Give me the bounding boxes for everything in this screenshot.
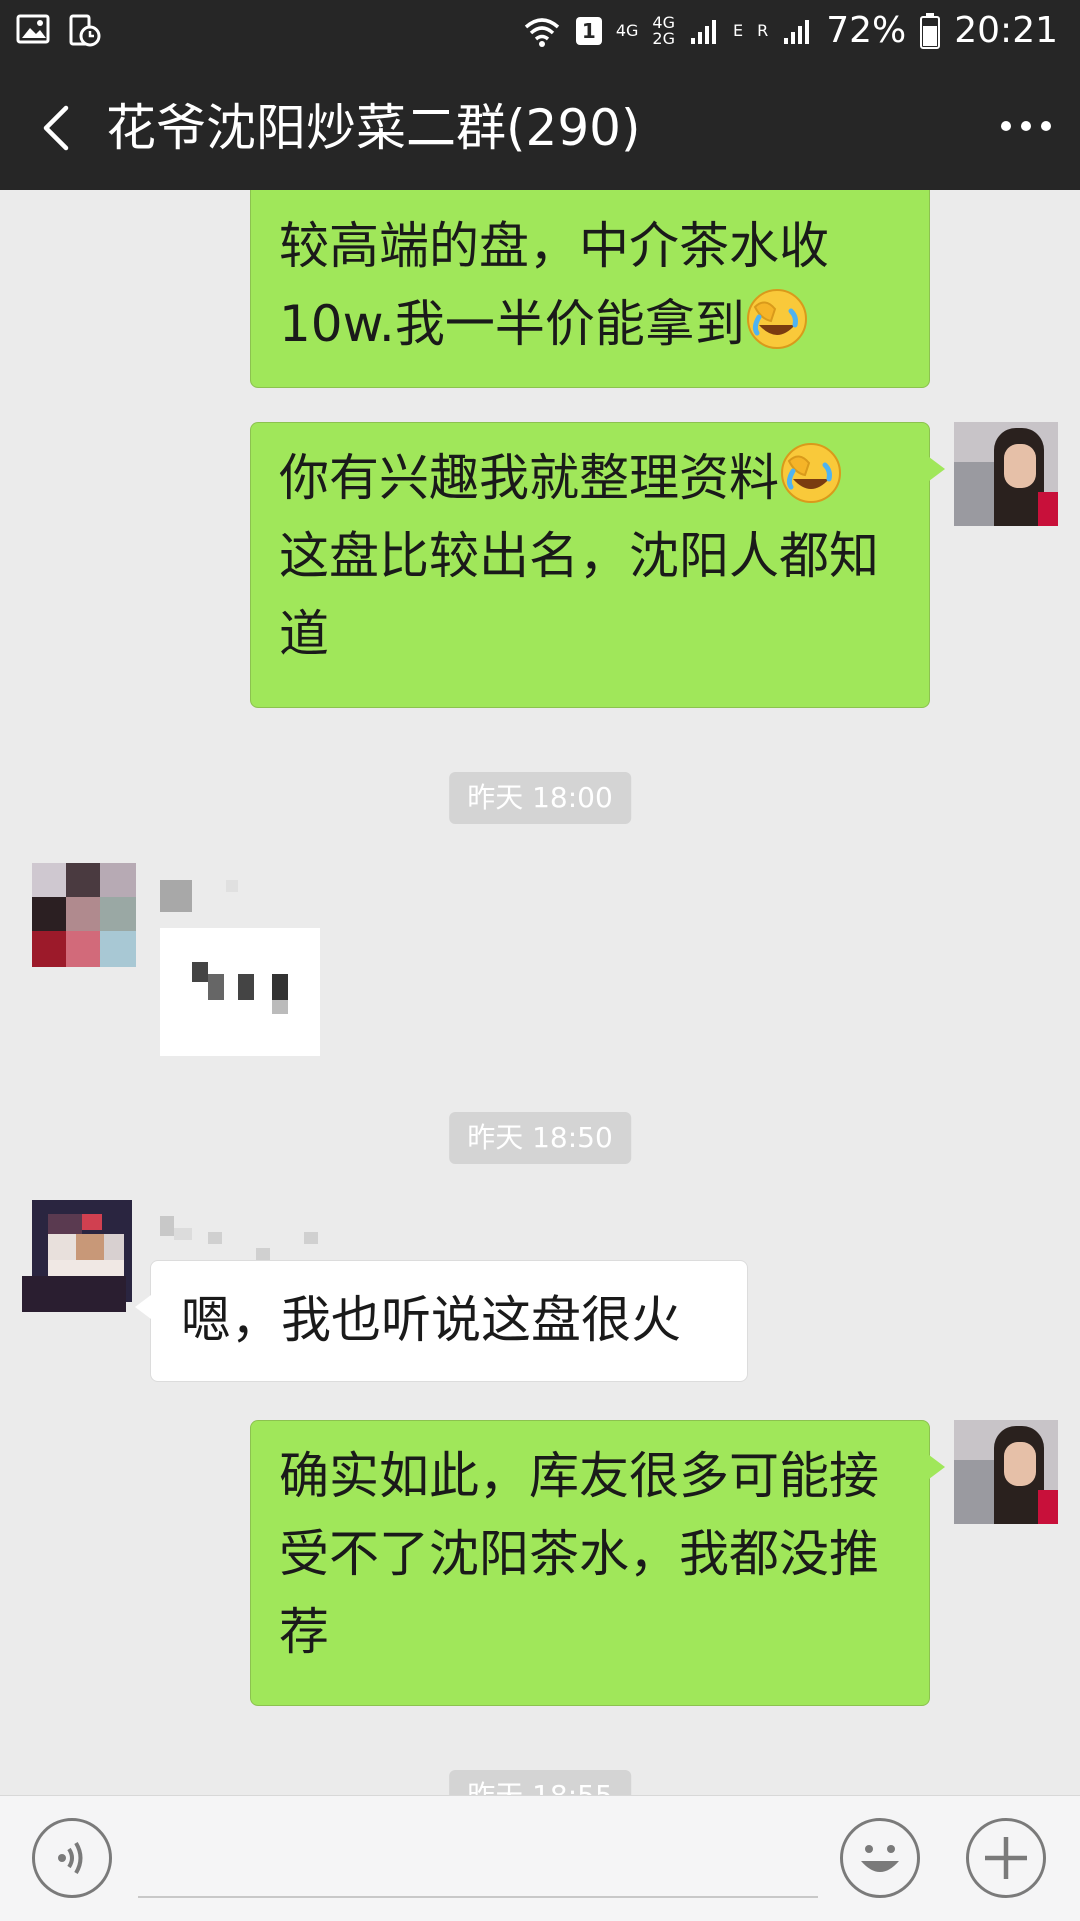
phone-clock-notification-icon — [69, 14, 101, 47]
message-input-field[interactable] — [138, 1896, 818, 1898]
network-4g-2g-indicator: 4G 2G — [652, 14, 675, 48]
message-line: 荐 — [279, 1603, 329, 1661]
message-line: 确实如此，库友很多可能接 — [279, 1447, 879, 1505]
pixelated-message-bubble[interactable] — [160, 928, 320, 1056]
timestamp: 昨天 18:00 — [449, 772, 631, 824]
battery-percent: 72% — [826, 10, 907, 51]
facepalm-laugh-emoji — [781, 443, 841, 503]
member-name-pixelated-fragment — [304, 1232, 318, 1244]
status-bar: 1 4G 4G 2G E R 72% 20:21 — [0, 0, 1080, 66]
message-text: 10w.我一半价能拿到 — [279, 295, 745, 353]
chat-header: 花爷沈阳炒菜二群(290) — [0, 66, 1080, 190]
clock: 20:21 — [954, 10, 1058, 51]
emoji-button[interactable] — [840, 1818, 920, 1898]
sim-slot-badge: 1 — [575, 16, 602, 45]
chat-input-bar — [0, 1795, 1080, 1921]
my-message-bubble[interactable]: 较高端的盘，中介茶水收 10w.我一半价能拿到 — [250, 190, 930, 388]
message-text: 你有兴趣我就整理资料 — [279, 449, 779, 507]
message-line: 受不了沈阳茶水，我都没推 — [279, 1525, 879, 1583]
member-name-pixelated — [160, 1216, 174, 1236]
more-options-icon[interactable] — [996, 106, 1056, 146]
chat-message-list[interactable]: 较高端的盘，中介茶水收 10w.我一半价能拿到 你有兴趣我就整理资料 这盘比较出… — [0, 190, 1080, 1795]
gallery-notification-icon — [16, 14, 50, 44]
timestamp: 昨天 18:50 — [449, 1112, 631, 1164]
my-message-bubble[interactable]: 你有兴趣我就整理资料 这盘比较出名，沈阳人都知 道 — [250, 422, 945, 708]
member-avatar-pixelated[interactable] — [32, 863, 136, 967]
message-line: 你有兴趣我就整理资料 — [279, 439, 901, 517]
timestamp: 昨天 18:55 — [449, 1770, 631, 1795]
network-e-label: E — [733, 20, 744, 40]
facepalm-laugh-emoji — [746, 289, 807, 349]
message-line: 道 — [279, 605, 329, 663]
plus-icon — [985, 1837, 1027, 1879]
message-line: 这盘比较出名，沈阳人都知 — [279, 527, 879, 585]
network-4g-label: 4G — [615, 20, 639, 40]
my-message-bubble[interactable]: 确实如此，库友很多可能接 受不了沈阳茶水，我都没推 荐 — [250, 1420, 945, 1706]
signal-bars-icon-2 — [784, 19, 810, 44]
member-message-bubble[interactable]: 嗯，我也听说这盘很火 — [135, 1260, 748, 1382]
battery-icon — [920, 12, 941, 49]
network-2g-bottom: 2G — [652, 28, 675, 48]
member-avatar-pixelated[interactable] — [22, 1200, 132, 1312]
network-r-label: R — [757, 20, 769, 40]
member-name-pixelated-fragment — [226, 880, 238, 892]
message-text: 嗯，我也听说这盘很火 — [181, 1291, 681, 1349]
my-avatar[interactable] — [954, 1420, 1058, 1524]
wifi-icon — [524, 17, 559, 47]
back-arrow-icon[interactable] — [30, 100, 86, 156]
message-line: 10w.我一半价能拿到 — [279, 285, 901, 363]
more-functions-button[interactable] — [966, 1818, 1046, 1898]
member-name-pixelated-fragment — [256, 1248, 270, 1260]
member-name-pixelated-fragment — [208, 1232, 222, 1244]
member-name-pixelated-fragment — [174, 1228, 192, 1240]
smiley-icon — [861, 1845, 899, 1872]
voice-icon — [58, 1841, 83, 1875]
signal-bars-icon-1 — [691, 19, 716, 44]
message-line: 较高端的盘，中介茶水收 — [279, 217, 829, 275]
my-avatar[interactable] — [954, 422, 1058, 526]
voice-input-button[interactable] — [32, 1818, 112, 1898]
member-name-pixelated — [160, 880, 192, 912]
chat-title: 花爷沈阳炒菜二群(290) — [106, 99, 641, 157]
